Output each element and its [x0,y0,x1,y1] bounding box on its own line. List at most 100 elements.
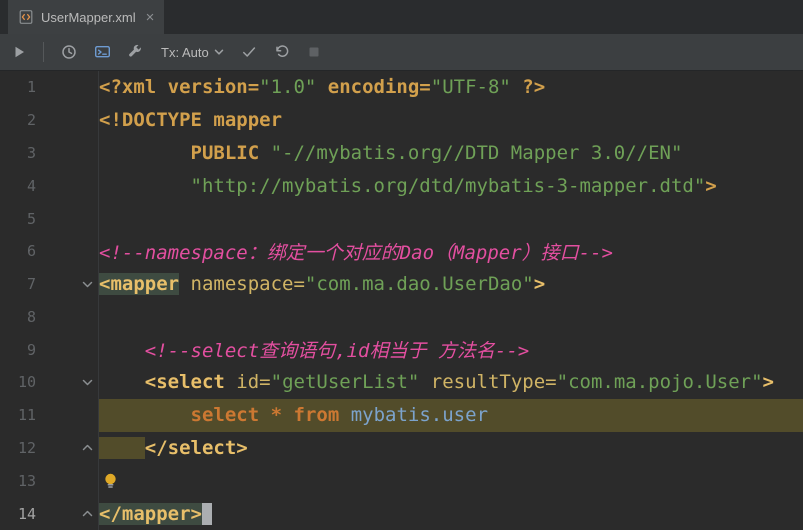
stop-icon [307,45,321,59]
gutter-space [36,333,99,367]
line-number: 9 [26,340,36,359]
token: resultType= [430,371,557,394]
intention-bulb-icon[interactable] [102,472,119,490]
code-text[interactable]: PUBLIC "-//mybatis.org//DTD Mapper 3.0//… [99,137,803,170]
token: </mapper> [99,502,202,525]
caret [201,502,212,525]
stop-button[interactable] [307,45,321,59]
code-text[interactable] [99,300,803,333]
line-number: 14 [17,504,36,523]
gutter-space [36,71,99,104]
token: <select [144,371,225,394]
tab-usermapper-xml[interactable]: UserMapper.xml × [8,0,165,34]
code-text[interactable]: <mapper namespace= "com.ma.dao.UserDao" > [99,268,803,301]
code-text[interactable] [99,464,803,497]
line-number: 7 [26,275,36,294]
token: mybatis.user [350,404,489,427]
tx-dropdown-chevron-icon [214,48,224,56]
code-text[interactable]: <!--namespace：绑定一个对应的Dao（Mapper）接口--> [99,235,803,268]
token: * [270,404,283,427]
fold-up-icon[interactable] [36,497,99,530]
gutter-space [36,300,99,334]
token [99,436,145,459]
settings-wrench-button[interactable] [128,44,144,60]
token: "UTF-8" [430,76,511,99]
code-line: 12 </select> [0,431,803,465]
rollback-button[interactable] [274,44,290,60]
token: id= [236,371,271,394]
line-number: 4 [26,176,36,195]
token: namespace= [190,273,305,296]
tx-mode-dropdown[interactable]: Tx: Auto [161,45,224,60]
code-text[interactable]: </select> [99,432,803,465]
run-button[interactable] [12,45,26,59]
tx-mode-label: Tx: Auto [161,44,209,60]
console-sessions-icon [94,44,111,60]
line-number: 6 [26,242,36,261]
line-number: 8 [26,307,36,326]
code-text[interactable]: "http://mybatis.org/dtd/mybatis-3-mapper… [99,169,803,202]
fold-up-icon[interactable] [36,431,99,465]
gutter-space [36,202,99,235]
code-line: 6 <!--namespace：绑定一个对应的Dao（Mapper）接口--> [0,234,803,268]
code-line: 10 <select id= "getUserList" resultType= "… [0,366,803,399]
tab-close-icon[interactable]: × [146,10,155,25]
code-text[interactable]: select * from mybatis.user [99,398,803,432]
token: "1.0" [259,76,317,99]
token: <!--select查询语句,id相当于 方法名--> [144,340,530,363]
gutter-space [36,464,99,498]
console-toolbar: Tx: Auto [0,34,803,71]
code-line: 7 <mapper namespace= "com.ma.dao.UserDao" > [0,267,803,301]
console-sessions-button[interactable] [94,44,111,60]
line-number: 5 [26,209,36,228]
code-line: 8 [0,300,803,334]
code-line: 13 [0,464,803,498]
code-line: 5 [0,202,803,235]
tab-title: UserMapper.xml [41,9,136,25]
line-number: 3 [26,143,36,162]
editor-tab-bar: UserMapper.xml × [0,0,803,34]
line-number: 10 [17,373,36,392]
code-line: 2 <!DOCTYPE mapper [0,103,803,137]
query-history-icon [61,44,77,60]
token: </select> [144,436,248,459]
gutter-space [36,169,99,203]
fold-down-icon[interactable] [36,267,99,301]
commit-icon [241,44,257,60]
token: <mapper [99,273,180,296]
code-line: 9 <!--select查询语句,id相当于 方法名--> [0,333,803,367]
code-text[interactable]: <!DOCTYPE mapper [99,104,803,137]
line-number: 13 [17,471,36,490]
rollback-icon [274,44,290,60]
token: "http://mybatis.org/dtd/mybatis-3-mapper… [190,174,706,197]
xml-file-icon [18,9,34,25]
line-number: 2 [26,111,36,130]
token: "com.ma.pojo.User" [556,371,763,394]
token: <!DOCTYPE mapper [99,109,283,132]
code-text[interactable]: <!--select查询语句,id相当于 方法名--> [99,333,803,366]
token: select [190,404,260,427]
query-history-button[interactable] [61,44,77,60]
token: > [705,174,717,197]
fold-down-icon[interactable] [36,366,99,399]
commit-button[interactable] [241,44,257,60]
code-text[interactable] [99,202,803,235]
code-text[interactable]: </mapper> [99,497,803,530]
gutter-space [36,398,99,432]
token: from [293,404,340,427]
token: encoding= [316,76,431,99]
token: > [533,273,546,296]
code-text[interactable]: <?xml version= "1.0" encoding= "UTF-8" ?> [99,71,803,104]
code-text[interactable]: <select id= "getUserList" resultType= "com… [99,366,803,399]
code-editor[interactable]: 1 <?xml version= "1.0" encoding= "UTF-8" ?>… [0,71,803,530]
token: "getUserList" [270,371,420,394]
toolbar-separator [43,42,44,62]
